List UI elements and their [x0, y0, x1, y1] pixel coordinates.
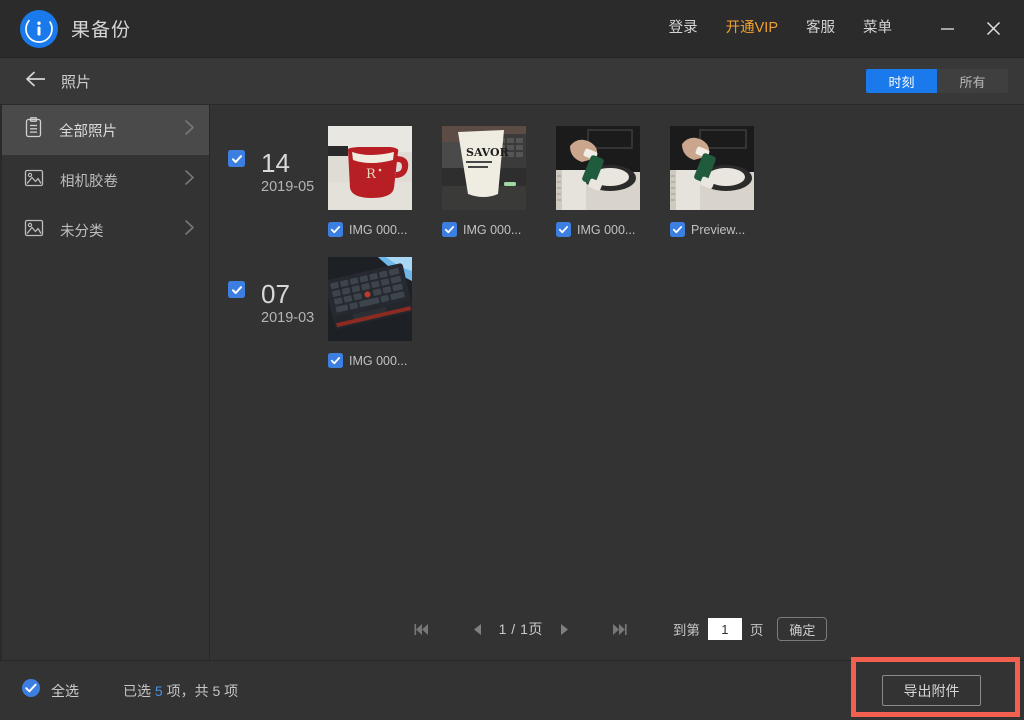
photo-item: IMG 000...: [556, 126, 640, 237]
laptop-keyboard-photo[interactable]: [328, 257, 412, 341]
hand-glue-stick-photo-2[interactable]: [670, 126, 754, 210]
sidebar: 全部照片 相机胶卷: [0, 105, 210, 660]
select-all-label: 全选: [51, 681, 79, 701]
chevron-right-icon: [184, 219, 195, 241]
photo-item: Preview...: [670, 126, 754, 237]
image-icon: [24, 168, 44, 193]
page-number-input[interactable]: [708, 618, 742, 640]
photo-label: IMG 000...: [577, 223, 635, 237]
arrow-left-icon: [25, 71, 47, 92]
body: 全部照片 相机胶卷: [0, 105, 1024, 660]
app-window: 果备份 登录 开通VIP 客服 菜单: [0, 0, 1024, 720]
info-circle-icon: [20, 10, 58, 48]
export-attachments-button[interactable]: 导出附件: [882, 675, 981, 706]
photo-item: R IMG 000...: [328, 126, 412, 237]
group-month: 2019-05: [261, 180, 314, 195]
photo-checkbox[interactable]: [328, 353, 343, 368]
chevron-right-icon: [184, 169, 195, 191]
photo-checkbox[interactable]: [442, 222, 457, 237]
group-month: 2019-03: [261, 311, 314, 326]
export-area: 导出附件: [882, 675, 1004, 706]
prev-page-icon[interactable]: [463, 614, 493, 644]
count-prefix: 已选: [123, 683, 151, 699]
vip-link[interactable]: 开通VIP: [712, 0, 792, 57]
chevron-right-icon: [184, 119, 195, 141]
select-all-control[interactable]: 全选: [22, 679, 79, 702]
svg-text:R: R: [366, 167, 377, 182]
check-circle-icon: [22, 679, 40, 702]
page-title: 照片: [61, 71, 91, 92]
clipboard-icon: [24, 117, 43, 143]
group-day: 14: [261, 150, 314, 177]
menu-link[interactable]: 菜单: [849, 0, 906, 57]
group-checkbox[interactable]: [228, 281, 245, 298]
svg-text:SAVOR: SAVOR: [466, 146, 510, 159]
app-title: 果备份: [71, 15, 131, 42]
sidebar-item-label: 未分类: [60, 220, 168, 241]
back-button[interactable]: 照片: [25, 71, 91, 92]
date-group-header: 07 2019-03: [210, 249, 328, 327]
login-link[interactable]: 登录: [655, 0, 712, 57]
red-mug-photo[interactable]: R: [328, 126, 412, 210]
pagination-bar: 1 / 1页 到第 页 确定: [210, 604, 1024, 660]
image-icon: [24, 218, 44, 243]
photo-item: IMG 000...: [328, 257, 412, 368]
date-group: 14 2019-05: [210, 118, 1024, 249]
sidebar-item-uncategorized[interactable]: 未分类: [2, 205, 209, 255]
group-day: 07: [261, 281, 314, 308]
title-bar: 果备份 登录 开通VIP 客服 菜单: [0, 0, 1024, 57]
view-mode-toggle: 时刻 所有: [866, 69, 1008, 93]
tab-moments[interactable]: 时刻: [866, 69, 937, 93]
bottom-bar: 全选 已选 5 项，共 5 项 导出附件: [0, 660, 1024, 720]
savor-cup-photo[interactable]: SAVOR: [442, 126, 526, 210]
count-middle: 项，共: [167, 683, 209, 699]
close-icon[interactable]: [970, 0, 1016, 57]
photo-checkbox[interactable]: [328, 222, 343, 237]
goto-suffix-label: 页: [750, 619, 764, 639]
photo-grid: 14 2019-05: [210, 105, 1024, 604]
photo-item: SAVOR: [442, 126, 526, 237]
group-checkbox[interactable]: [228, 150, 245, 167]
confirm-page-button[interactable]: 确定: [777, 617, 827, 641]
titlebar-actions: 登录 开通VIP 客服 菜单: [655, 0, 1024, 57]
goto-prefix-label: 到第: [673, 619, 700, 639]
photo-label: IMG 000...: [349, 354, 407, 368]
hand-glue-stick-photo[interactable]: [556, 126, 640, 210]
count-suffix: 项: [224, 683, 238, 699]
count-selected: 5: [155, 683, 163, 699]
goto-page-group: 到第 页 确定: [673, 617, 828, 641]
selection-count: 已选 5 项，共 5 项: [123, 681, 238, 701]
photo-label: IMG 000...: [349, 223, 407, 237]
date-group-header: 14 2019-05: [210, 118, 328, 196]
photo-checkbox[interactable]: [556, 222, 571, 237]
sidebar-item-all-photos[interactable]: 全部照片: [2, 105, 209, 155]
sidebar-item-camera-roll[interactable]: 相机胶卷: [2, 155, 209, 205]
sidebar-item-label: 相机胶卷: [60, 170, 168, 191]
photo-label: IMG 000...: [463, 223, 521, 237]
thumbnail-row: R IMG 000...: [328, 118, 754, 237]
page-info: 1 / 1页: [499, 619, 543, 639]
photo-label: Preview...: [691, 223, 745, 237]
first-page-icon[interactable]: [407, 614, 437, 644]
sub-header: 照片 时刻 所有: [0, 57, 1024, 105]
last-page-icon[interactable]: [605, 614, 635, 644]
thumbnail-row: IMG 000...: [328, 249, 412, 368]
minimize-icon[interactable]: [924, 0, 970, 57]
count-total: 5: [212, 683, 220, 699]
app-branding: 果备份: [20, 10, 131, 48]
photo-checkbox[interactable]: [670, 222, 685, 237]
support-link[interactable]: 客服: [792, 0, 849, 57]
sidebar-item-label: 全部照片: [59, 120, 168, 141]
date-group: 07 2019-03: [210, 249, 1024, 380]
next-page-icon[interactable]: [549, 614, 579, 644]
tab-all[interactable]: 所有: [937, 69, 1008, 93]
content-area: 14 2019-05: [210, 105, 1024, 660]
